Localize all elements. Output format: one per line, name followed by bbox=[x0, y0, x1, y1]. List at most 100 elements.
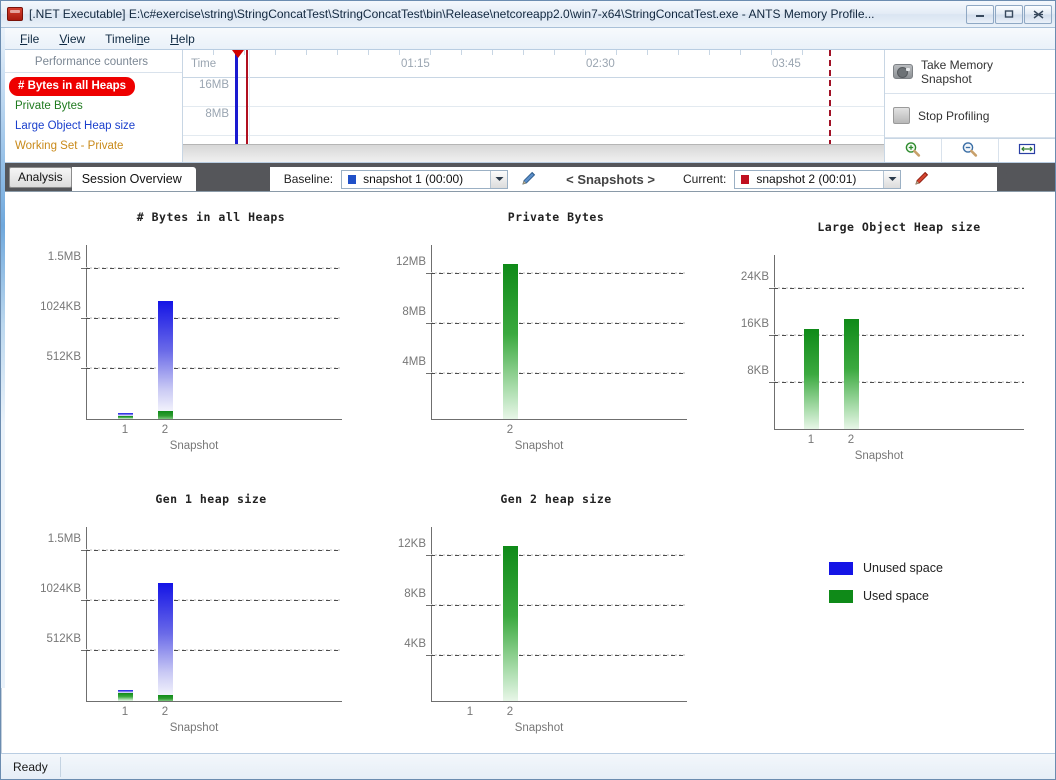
tab-analysis[interactable]: Analysis bbox=[9, 167, 72, 188]
status-bar-filler bbox=[61, 758, 1051, 776]
tab-and-snapshot-bar: Analysis Session Overview Baseline: snap… bbox=[1, 163, 1055, 192]
legend-label-unused: Unused space bbox=[863, 561, 943, 575]
timeline-snapshot-marker-2[interactable] bbox=[246, 50, 248, 152]
chart-ytick: 4KB bbox=[404, 638, 426, 650]
bar-unused-1[interactable] bbox=[118, 413, 133, 416]
chart-plot-area: 512KB 1024KB 1.5MB 1 2 Snapshot bbox=[40, 527, 342, 734]
minimize-icon[interactable] bbox=[966, 4, 994, 24]
timeline-graph[interactable]: Time 01:15 02:30 03:45 16MB 8MB bbox=[183, 50, 884, 162]
stop-icon bbox=[893, 107, 910, 124]
chart-ytick: 12MB bbox=[395, 256, 426, 268]
chart-ytick: 12KB bbox=[397, 538, 426, 550]
legend-item-unused-space: Unused space bbox=[829, 561, 943, 575]
chevron-down-icon[interactable] bbox=[490, 170, 508, 188]
menu-item-timeline[interactable]: Timeline bbox=[96, 30, 159, 48]
chart-ytick: 4MB bbox=[402, 356, 426, 368]
timeline-gridline-16mb bbox=[183, 106, 884, 107]
status-bar: Ready bbox=[1, 753, 1055, 779]
chart-xtick: 2 bbox=[506, 706, 514, 718]
chart-xtick: 2 bbox=[161, 424, 169, 436]
bar-used-2[interactable] bbox=[503, 546, 518, 701]
timeline-snapshot-arrow[interactable] bbox=[232, 50, 244, 58]
current-label: Current: bbox=[682, 172, 727, 186]
bar-unused-2[interactable] bbox=[158, 301, 173, 411]
timeline-time-label: Time bbox=[191, 58, 217, 70]
tab-session-overview[interactable]: Session Overview bbox=[71, 167, 196, 191]
counter-item-working-set-private[interactable]: Working Set - Private bbox=[9, 137, 176, 156]
bar-used-2[interactable] bbox=[158, 411, 173, 419]
timeline-ylabel-16mb: 16MB bbox=[198, 79, 229, 91]
chart-xtick: 2 bbox=[506, 424, 514, 436]
baseline-edit-button[interactable] bbox=[520, 169, 538, 190]
baseline-dropdown[interactable]: snapshot 1 (00:00) bbox=[341, 169, 509, 189]
chart-xtick: 2 bbox=[847, 434, 855, 446]
zoom-out-icon bbox=[961, 141, 979, 160]
bar-used-2[interactable] bbox=[158, 695, 173, 701]
maximize-icon[interactable] bbox=[995, 4, 1023, 24]
chevron-down-icon[interactable] bbox=[883, 170, 901, 188]
bar-used-2[interactable] bbox=[503, 264, 518, 419]
application-window: [.NET Executable] E:\c#exercise\string\S… bbox=[0, 0, 1056, 780]
zoom-in-button[interactable] bbox=[885, 139, 942, 162]
bar-used-1[interactable] bbox=[118, 693, 133, 701]
close-icon[interactable] bbox=[1024, 4, 1052, 24]
chart-xtick: 1 bbox=[807, 434, 815, 446]
timeline-gridline-8mb bbox=[183, 135, 884, 136]
bar-used-2[interactable] bbox=[844, 319, 859, 429]
stop-profiling-label: Stop Profiling bbox=[918, 108, 990, 123]
zoom-toolbar bbox=[885, 138, 1055, 162]
zoom-out-button[interactable] bbox=[942, 139, 999, 162]
counter-item-bytes-in-all-heaps[interactable]: # Bytes in all Heaps bbox=[9, 77, 176, 97]
snapshots-navigator[interactable]: < Snapshots > bbox=[566, 172, 655, 187]
chart-title: # Bytes in all Heaps bbox=[136, 210, 286, 224]
chart-plot-area: 512KB 1024KB 1.5MB 1 2 Snapshot bbox=[40, 245, 342, 452]
chart-gen-2-heap-size: Gen 2 heap size 4KB 8KB 12KB 1 2 Snapsho… bbox=[398, 492, 701, 734]
chart-plot-area: 4KB 8KB 12KB 1 2 Snapshot bbox=[398, 527, 687, 734]
current-edit-button[interactable] bbox=[913, 169, 931, 190]
chart-ytick: 1024KB bbox=[40, 301, 81, 313]
chart-xtick: 2 bbox=[161, 706, 169, 718]
bar-unused-2[interactable] bbox=[158, 583, 173, 695]
camera-icon bbox=[893, 64, 913, 79]
chart-legend: Unused space Used space bbox=[829, 561, 943, 617]
menu-item-view-label: iew bbox=[67, 31, 86, 46]
stop-profiling-button[interactable]: Stop Profiling bbox=[885, 94, 1055, 138]
bar-used-1[interactable] bbox=[118, 416, 133, 419]
bar-unused-1[interactable] bbox=[118, 690, 133, 693]
chart-xtick: 1 bbox=[466, 706, 474, 718]
menu-item-view[interactable]: View bbox=[50, 30, 94, 48]
counter-item-private-bytes[interactable]: Private Bytes bbox=[9, 97, 176, 116]
chart-xaxis-title: Snapshot bbox=[854, 450, 904, 462]
counter-item-large-object-heap-size[interactable]: Large Object Heap size bbox=[9, 117, 176, 136]
baseline-label: Baseline: bbox=[283, 172, 334, 186]
window-edge-accent bbox=[1, 28, 5, 688]
chart-ytick: 1.5MB bbox=[47, 251, 81, 263]
zoom-fit-button[interactable] bbox=[999, 139, 1055, 162]
timeline-snapshot-marker-1[interactable] bbox=[235, 50, 238, 152]
chart-large-object-heap-size: Large Object Heap size 8KB 16KB 24KB 1 2 bbox=[741, 220, 1044, 462]
legend-label-used: Used space bbox=[863, 589, 930, 603]
menu-item-help-label: elp bbox=[178, 31, 195, 46]
timeline-scrollbar[interactable] bbox=[183, 144, 884, 162]
chart-ytick: 24KB bbox=[740, 271, 769, 283]
current-dropdown[interactable]: snapshot 2 (00:01) bbox=[734, 169, 902, 189]
chart-xaxis-title: Snapshot bbox=[169, 722, 219, 734]
performance-counters-pane: Performance counters # Bytes in all Heap… bbox=[1, 50, 183, 162]
baseline-color-swatch bbox=[348, 174, 357, 184]
take-memory-snapshot-button[interactable]: Take Memory Snapshot bbox=[885, 50, 1055, 94]
window-title: [.NET Executable] E:\c#exercise\string\S… bbox=[29, 7, 875, 21]
timeline-strip: Performance counters # Bytes in all Heap… bbox=[1, 50, 1055, 163]
tabbar-end-filler bbox=[997, 167, 1055, 191]
chart-ytick: 512KB bbox=[46, 633, 81, 645]
current-value: snapshot 2 (00:01) bbox=[756, 172, 857, 186]
app-icon bbox=[7, 7, 23, 21]
chart-plot-area: 8KB 16KB 24KB 1 2 Snapshot bbox=[741, 255, 1024, 462]
menu-item-help[interactable]: Help bbox=[161, 30, 204, 48]
chart-ytick: 1.5MB bbox=[47, 533, 81, 545]
bar-used-1[interactable] bbox=[804, 329, 819, 429]
legend-swatch-unused bbox=[829, 561, 853, 575]
chart-ytick: 8KB bbox=[404, 588, 426, 600]
menu-item-file[interactable]: File bbox=[11, 30, 48, 48]
chart-xaxis-title: Snapshot bbox=[169, 440, 219, 452]
current-color-swatch bbox=[741, 174, 750, 184]
